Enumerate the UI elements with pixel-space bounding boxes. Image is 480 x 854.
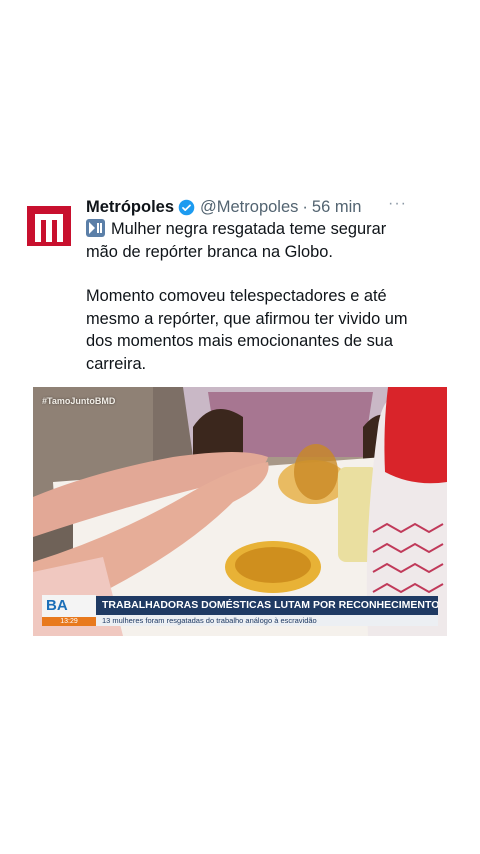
author-handle[interactable]: @Metropoles [200,198,298,217]
play-pause-emoji-icon [86,219,105,237]
author-name[interactable]: Metrópoles [86,198,174,217]
broadcast-clock: 13:29 [42,617,96,626]
tweet-paragraph-1: Mulher negra resgatada teme segurar mão … [86,218,416,263]
tweet-video-media[interactable]: #TamoJuntoBMD BA 13:29 TRABALHADORAS DOM… [33,387,447,636]
video-hashtag: #TamoJuntoBMD [42,396,116,406]
tweet-line-1: Mulher negra resgatada teme segurar mão … [86,220,387,261]
channel-bug: BA [42,595,96,617]
tv-subheadline: 13 mulheres foram resgatadas do trabalho… [96,615,438,626]
tv-lower-third: BA 13:29 TRABALHADORAS DOMÉSTICAS LUTAM … [42,595,438,626]
more-options-icon[interactable]: ··· [388,196,408,212]
separator-dot: · [302,197,308,216]
tweet-timestamp[interactable]: 56 min [312,198,362,217]
tweet[interactable]: Metrópoles @Metropoles · 56 min ··· Mulh… [0,0,480,854]
tweet-text: Mulher negra resgatada teme segurar mão … [86,218,416,375]
tweet-paragraph-2: Momento comoveu telespectadores e até me… [86,287,408,373]
tv-headline: TRABALHADORAS DOMÉSTICAS LUTAM POR RECON… [96,596,438,615]
verified-badge-icon [178,199,195,216]
tweet-header: Metrópoles @Metropoles · 56 min [86,195,361,219]
metropoles-logo-avatar[interactable] [27,204,71,248]
